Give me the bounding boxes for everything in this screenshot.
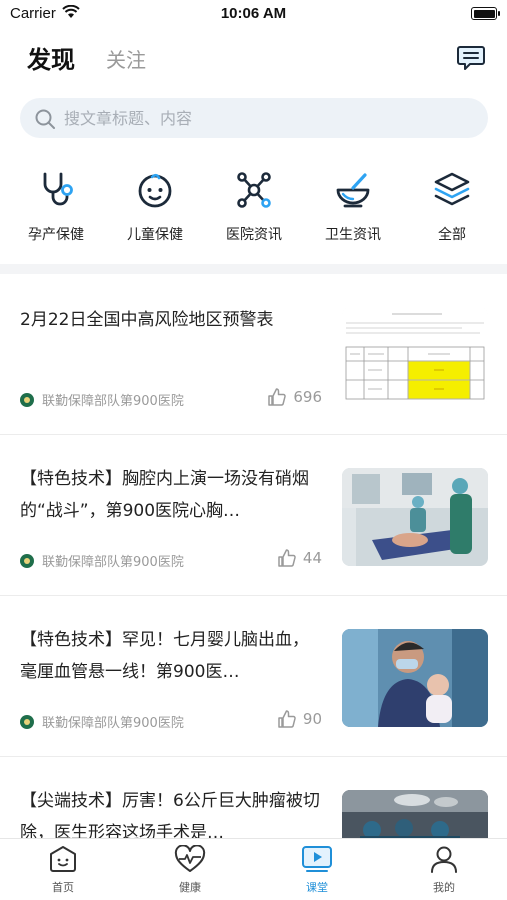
tab-label: 课堂: [306, 881, 328, 894]
baby-face-icon: [138, 173, 172, 208]
doctor-holding-baby-thumbnail: [342, 629, 488, 727]
tab-label: 我的: [433, 881, 455, 894]
tab-home[interactable]: 首页: [23, 845, 103, 895]
category-row: 孕产保健 儿童保健 医院资讯 卫生资讯 全部: [0, 170, 507, 250]
article-thumbnail[interactable]: [342, 790, 488, 838]
like-count: 44: [302, 549, 322, 567]
stethoscope-icon: [43, 172, 73, 206]
message-icon[interactable]: [456, 42, 486, 72]
heartbeat-icon: [174, 845, 206, 872]
operating-room-thumbnail: [342, 790, 488, 838]
article-title: 【尖端技术】厉害！6公斤巨大肿瘤被切除，医生形容这场手术是…: [20, 791, 320, 839]
like-count: 90: [302, 710, 322, 728]
clock: 10:06 AM: [220, 5, 287, 22]
bottom-tab-bar: 首页 健康 课堂 我的: [0, 838, 507, 900]
article-card[interactable]: 【特色技术】罕见！七月婴儿脑出血，毫厘血管悬一线！第900医… 联勤保障部队第9…: [0, 596, 507, 757]
article-title: 2月22日全国中高风险地区预警表: [20, 310, 274, 330]
category-maternal[interactable]: 孕产保健: [11, 170, 101, 244]
article-card[interactable]: 2月22日全国中高风险地区预警表 联勤保障部队第900医院 696: [0, 274, 507, 435]
category-label: 孕产保健: [28, 227, 84, 243]
category-child[interactable]: 儿童保健: [110, 170, 200, 244]
video-play-icon: [302, 846, 332, 872]
tab-label: 健康: [179, 881, 201, 894]
mortar-pestle-icon: [336, 173, 370, 208]
source-label: 联勤保障部队第900医院: [42, 716, 184, 731]
tab-classroom[interactable]: 课堂: [277, 845, 357, 895]
category-label: 医院资讯: [226, 227, 282, 243]
surgery-team-thumbnail: [342, 468, 488, 566]
tab-follow[interactable]: 关注: [106, 44, 146, 73]
search-input[interactable]: [64, 98, 464, 138]
user-icon: [431, 846, 457, 873]
article-card[interactable]: 【特色技术】胸腔内上演一场没有硝烟的“战斗”，第900医院心胸… 联勤保障部队第…: [0, 435, 507, 596]
document-table-thumbnail: [342, 307, 488, 405]
hospital-logo-icon: [20, 714, 34, 729]
article-title: 【特色技术】胸腔内上演一场没有硝烟的“战斗”，第900医院心胸…: [20, 469, 309, 521]
like-button[interactable]: 44: [277, 548, 322, 568]
like-count: 696: [293, 388, 322, 406]
section-divider: [0, 264, 507, 274]
article-thumbnail[interactable]: [342, 629, 488, 727]
article-thumbnail[interactable]: [342, 307, 488, 405]
header: 发现 关注: [0, 38, 507, 78]
source-label: 联勤保障部队第900医院: [42, 394, 184, 409]
thumbs-up-icon: [268, 388, 287, 406]
hospital-logo-icon: [20, 392, 34, 407]
article-source: 联勤保障部队第900医院: [20, 551, 184, 570]
thumbs-up-icon: [278, 549, 296, 567]
category-label: 卫生资讯: [325, 227, 381, 243]
article-source: 联勤保障部队第900医院: [20, 390, 184, 409]
like-button[interactable]: 696: [267, 387, 322, 407]
tab-health[interactable]: 健康: [150, 845, 230, 895]
tab-discover[interactable]: 发现: [27, 40, 75, 75]
article-source: 联勤保障部队第900医院: [20, 712, 184, 731]
like-button[interactable]: 90: [277, 709, 322, 729]
network-nodes-icon: [237, 172, 271, 208]
article-thumbnail[interactable]: [342, 468, 488, 566]
search-icon: [35, 109, 55, 129]
status-bar: Carrier 10:06 AM: [0, 0, 507, 30]
search-bar[interactable]: [20, 98, 488, 138]
tab-mine[interactable]: 我的: [404, 845, 484, 895]
hospital-logo-icon: [20, 553, 34, 568]
article-title: 【特色技术】罕见！七月婴儿脑出血，毫厘血管悬一线！第900医…: [20, 630, 309, 682]
battery-icon: [471, 7, 500, 20]
layers-icon: [434, 172, 470, 206]
category-label: 全部: [438, 227, 466, 243]
home-face-icon: [50, 846, 76, 872]
tab-label: 首页: [52, 881, 74, 894]
category-label: 儿童保健: [127, 227, 183, 243]
category-health-news[interactable]: 卫生资讯: [308, 170, 398, 244]
source-label: 联勤保障部队第900医院: [42, 555, 184, 570]
thumbs-up-icon: [278, 710, 296, 728]
category-all[interactable]: 全部: [407, 170, 497, 244]
category-hospital-news[interactable]: 医院资讯: [209, 170, 299, 244]
